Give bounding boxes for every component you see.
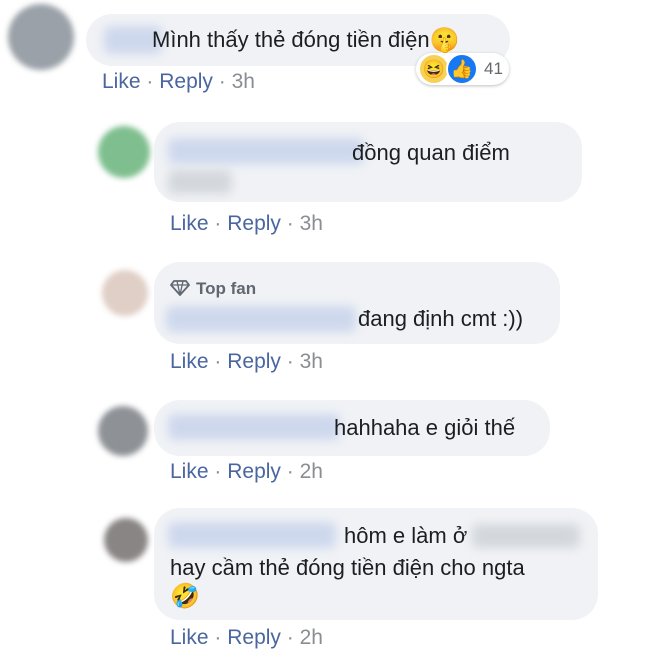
- reply-button[interactable]: Reply: [227, 212, 281, 235]
- reactions-summary[interactable]: 😆 👍 41: [416, 53, 509, 85]
- comment-bubble: hahhaha e giỏi thế: [154, 400, 550, 456]
- reply-button[interactable]: Reply: [227, 460, 281, 483]
- comment-actions: Like · Reply · 2h: [170, 460, 323, 484]
- separator: ·: [286, 460, 294, 483]
- separator: ·: [214, 626, 222, 649]
- rolling-laughing-icon: 🤣: [170, 583, 200, 610]
- separator: ·: [286, 350, 294, 373]
- blurred-author-name[interactable]: [168, 522, 336, 548]
- reply-button[interactable]: Reply: [227, 350, 281, 373]
- comment-bubble: Top fan đang định cmt :)): [154, 262, 560, 344]
- like-button[interactable]: Like: [170, 350, 209, 373]
- comment-bubble: đồng quan điểm: [154, 122, 582, 202]
- reply-button[interactable]: Reply: [159, 70, 213, 93]
- timestamp[interactable]: 3h: [300, 350, 323, 373]
- comment-text: đồng quan điểm: [352, 140, 510, 165]
- separator: ·: [214, 460, 222, 483]
- avatar[interactable]: [102, 270, 148, 316]
- blurred-author-name[interactable]: [166, 306, 356, 332]
- separator: ·: [286, 626, 294, 649]
- top-fan-label: Top fan: [196, 279, 257, 298]
- comment-text: Mình thấy thẻ đóng tiền điện: [152, 27, 430, 52]
- blurred-author-name[interactable]: [168, 138, 364, 164]
- comment-actions: Like · Reply · 3h: [102, 70, 255, 94]
- comment-bubble: hôm e làm ở hay cầm thẻ đóng tiền điện c…: [154, 508, 598, 620]
- timestamp[interactable]: 2h: [300, 626, 323, 649]
- separator: ·: [214, 350, 222, 373]
- blurred-text: [168, 170, 232, 194]
- avatar[interactable]: [104, 518, 148, 562]
- comment-text-line2: hay cầm thẻ đóng tiền điện cho ngta: [170, 555, 525, 580]
- comment-actions: Like · Reply · 3h: [170, 212, 323, 236]
- comment-actions: Like · Reply · 2h: [170, 626, 323, 650]
- like-button[interactable]: Like: [170, 212, 209, 235]
- timestamp[interactable]: 3h: [300, 212, 323, 235]
- avatar[interactable]: [98, 126, 150, 178]
- separator: ·: [286, 212, 294, 235]
- reaction-count: 41: [484, 59, 503, 78]
- like-button[interactable]: Like: [170, 460, 209, 483]
- like-button[interactable]: Like: [102, 70, 141, 93]
- diamond-icon: [169, 280, 191, 297]
- separator: ·: [146, 70, 154, 93]
- comment-text-line1: hôm e làm ở: [344, 523, 468, 548]
- separator: ·: [214, 212, 222, 235]
- blurred-author-name[interactable]: [168, 414, 340, 440]
- like-button[interactable]: Like: [170, 626, 209, 649]
- reply-button[interactable]: Reply: [227, 626, 281, 649]
- timestamp[interactable]: 3h: [232, 70, 255, 93]
- shushing-face-icon: 🤫: [429, 27, 460, 55]
- comment-text: đang định cmt :)): [358, 306, 524, 331]
- comment-actions: Like · Reply · 3h: [170, 350, 323, 374]
- top-fan-badge: Top fan: [169, 274, 257, 304]
- separator: ·: [218, 70, 226, 93]
- blurred-text: [472, 524, 580, 548]
- timestamp[interactable]: 2h: [300, 460, 323, 483]
- avatar[interactable]: [8, 4, 74, 70]
- comment-text: hahhaha e giỏi thế: [334, 415, 516, 440]
- avatar[interactable]: [98, 406, 148, 456]
- like-reaction-icon: 👍: [446, 53, 478, 85]
